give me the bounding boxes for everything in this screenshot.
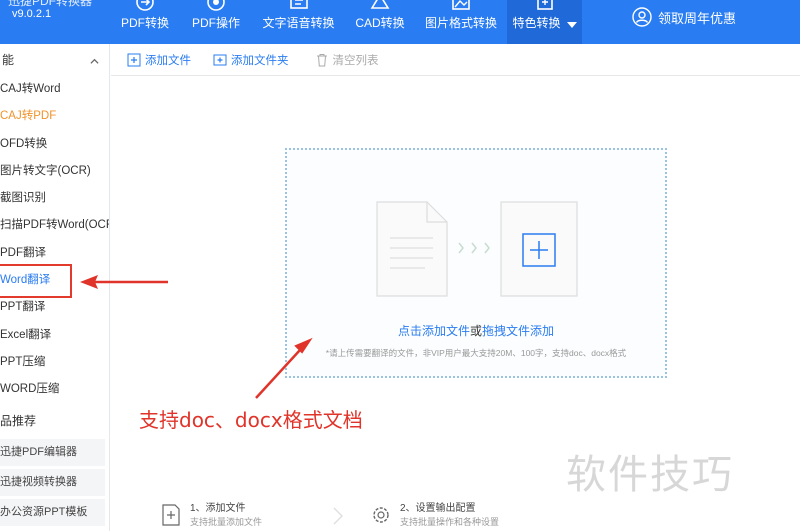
add-file-icon bbox=[127, 53, 141, 66]
sidebar-item[interactable]: 扫描PDF转Word(OCR) bbox=[0, 212, 109, 239]
top-bar: 迅捷PDF转换器 v9.0.2.1 PDF转换 PDF操作 文字语音转换 CAD转换 图… bbox=[0, 0, 800, 44]
special-convert-icon bbox=[536, 0, 553, 10]
brand: 迅捷PDF转换器 v9.0.2.1 bbox=[0, 0, 110, 44]
add-folder-label: 添加文件夹 bbox=[231, 54, 289, 67]
trash-icon bbox=[316, 53, 327, 66]
nav-tab-label: PDF转换 bbox=[120, 16, 169, 30]
nav-tab-5[interactable]: 图片格式转换 bbox=[415, 0, 507, 44]
cad-icon bbox=[370, 0, 390, 9]
app-version: v9.0.2.1 bbox=[12, 8, 52, 20]
nav-tab-4[interactable]: CAD转换 bbox=[345, 0, 415, 44]
sidebar-item[interactable]: PPT压缩 bbox=[0, 349, 109, 376]
nav-tab-label: PDF操作 bbox=[191, 16, 240, 30]
sidebar-item[interactable]: PPT翻译 bbox=[0, 294, 109, 321]
watermark: 软件技巧 bbox=[566, 452, 734, 498]
sidebar-items: CAJ转Word CAJ转PDF OFD转换 图片转文字(OCR) 截图识别 扫描PDF转… bbox=[0, 76, 109, 404]
nav-tab-label: 文字语音转换 bbox=[262, 16, 335, 30]
step-1-title: 1、添加文件 bbox=[190, 503, 246, 514]
step-2-desc: 支持批量操作和各种设置 bbox=[400, 517, 500, 527]
upload-note: *请上传需要翻译的文件，非VIP用户最大支持20M、100字，支持doc、doc… bbox=[325, 348, 627, 358]
text-speech-icon bbox=[289, 0, 308, 9]
nav-tab-6[interactable]: 特色转换 bbox=[507, 0, 582, 44]
recommend-item[interactable]: 迅捷视频转换器 bbox=[0, 468, 105, 496]
caret-down-icon bbox=[566, 22, 577, 28]
drag-add-link[interactable]: 拖拽文件添加 bbox=[482, 324, 554, 338]
user-icon bbox=[632, 7, 652, 27]
promo-label: 领取周年优惠 bbox=[658, 10, 737, 26]
sidebar-item[interactable]: 截图识别 bbox=[0, 185, 109, 212]
sidebar-section-title: 能 bbox=[2, 53, 15, 67]
step-2-title: 2、设置输出配置 bbox=[400, 503, 476, 514]
promo-button[interactable]: 领取周年优惠 bbox=[632, 6, 736, 28]
recommend-header: 品推荐 bbox=[0, 413, 37, 428]
plus-icon bbox=[500, 201, 578, 297]
nav-tab-label: 图片格式转换 bbox=[424, 16, 497, 30]
sidebar-item[interactable]: PDF翻译 bbox=[0, 240, 109, 267]
step-1: 1、添加文件 支持批量添加文件 bbox=[160, 502, 262, 529]
click-add-link[interactable]: 点击添加文件 bbox=[398, 324, 470, 338]
step-2: 2、设置输出配置 支持批量操作和各种设置 bbox=[370, 502, 499, 529]
steps-bar: 1、添加文件 支持批量添加文件 2、设置输出配置 支持批量操作和各种设置 bbox=[160, 502, 760, 531]
nav-tab-label: 特色转换 bbox=[512, 16, 561, 30]
chevron-up-icon bbox=[90, 58, 99, 64]
add-file-button[interactable]: 添加文件 bbox=[127, 52, 191, 68]
clear-list-button[interactable]: 清空列表 bbox=[315, 52, 379, 68]
sidebar-item[interactable]: CAJ转Word bbox=[0, 76, 109, 103]
sidebar-item[interactable]: WORD压缩 bbox=[0, 376, 109, 403]
add-folder-button[interactable]: 添加文件夹 bbox=[213, 52, 289, 68]
sidebar-item[interactable]: Excel翻译 bbox=[0, 322, 109, 349]
app-window: 迅捷PDF转换器 v9.0.2.1 PDF转换 PDF操作 文字语音转换 CAD转换图… bbox=[0, 0, 800, 531]
nav-tab-3[interactable]: 文字语音转换 bbox=[252, 0, 345, 44]
sidebar-item[interactable]: 图片转文字(OCR) bbox=[0, 158, 109, 185]
file-toolbar: 添加文件 添加文件夹 清空列表 bbox=[111, 44, 800, 76]
main-nav: PDF转换 PDF操作 文字语音转换 CAD转换 图片格式转换 特色转换 bbox=[110, 0, 582, 44]
add-file-label: 添加文件 bbox=[145, 54, 191, 67]
selected-item-highlight bbox=[0, 264, 72, 298]
sidebar-item[interactable]: OFD转换 bbox=[0, 131, 109, 158]
chevron-right-icon bbox=[458, 242, 490, 254]
recommend-item[interactable]: 办公资源PPT模板 bbox=[0, 498, 105, 526]
nav-tab-1[interactable]: PDF转换 bbox=[110, 0, 180, 44]
sidebar-item[interactable]: CAJ转PDF bbox=[0, 103, 109, 130]
recommend-item[interactable]: 迅捷PDF编辑器 bbox=[0, 438, 105, 466]
image-format-icon bbox=[452, 0, 470, 10]
pdf-convert-icon bbox=[136, 0, 154, 11]
nav-tab-label: CAD转换 bbox=[355, 16, 405, 30]
drop-illustration bbox=[376, 201, 578, 297]
pdf-operate-icon bbox=[207, 0, 225, 11]
or-text: 或 bbox=[469, 324, 482, 338]
step-1-desc: 支持批量添加文件 bbox=[190, 517, 263, 527]
add-folder-icon bbox=[213, 54, 227, 65]
chevron-right-icon bbox=[333, 507, 344, 525]
nav-tab-2[interactable]: PDF操作 bbox=[180, 0, 252, 44]
settings-gear-icon bbox=[373, 507, 389, 523]
drop-zone-prompt: 点击添加文件或拖拽文件添加 bbox=[287, 322, 665, 339]
file-drop-zone[interactable]: 点击添加文件或拖拽文件添加 *请上传需要翻译的文件，非VIP用户最大支持20M、… bbox=[285, 148, 667, 378]
annotation-text: 支持doc、docx格式文档 bbox=[139, 408, 363, 432]
document-icon bbox=[376, 201, 448, 297]
clear-list-label: 清空列表 bbox=[332, 54, 379, 67]
recommend-items: 迅捷PDF编辑器 迅捷视频转换器 办公资源PPT模板 bbox=[0, 438, 109, 526]
add-file-step-icon bbox=[162, 504, 180, 526]
sidebar-section-header[interactable]: 能 bbox=[0, 44, 109, 76]
